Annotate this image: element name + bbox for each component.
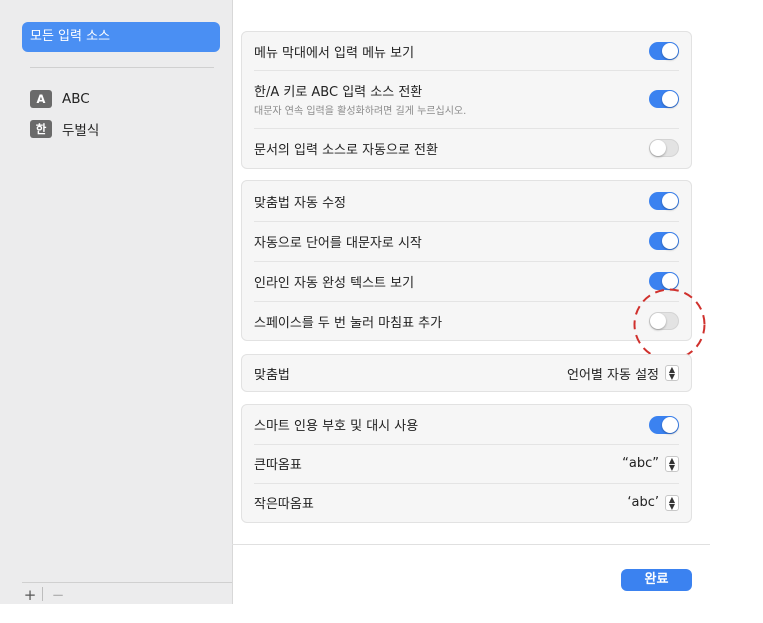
- done-button[interactable]: 완료: [621, 569, 692, 591]
- sidebar-divider: [30, 67, 214, 68]
- double-space-period-row: 스페이스를 두 번 눌러 마침표 추가: [254, 301, 679, 341]
- spelling-group: 맞춤법 언어별 자동 설정 ▲ ▼: [241, 354, 692, 392]
- popup-value: “abc”: [622, 456, 659, 471]
- inline-predictive-row: 인라인 자동 완성 텍스트 보기: [254, 261, 679, 302]
- highlight-annotation-circle: [633, 288, 706, 361]
- row-label: 자동으로 단어를 대문자로 시작: [254, 235, 422, 251]
- toggle-knob: [662, 91, 678, 107]
- plus-icon: +: [23, 586, 37, 604]
- han-a-key-row: 한/A 키로 ABC 입력 소스 전환 대문자 연속 입력을 활성화하려면 길게…: [254, 70, 679, 129]
- show-input-menu-row: 메뉴 막대에서 입력 메뉴 보기: [254, 32, 679, 71]
- typing-settings-group: 맞춤법 자동 수정 자동으로 단어를 대문자로 시작 인라인 자동 완성 텍스트…: [241, 180, 692, 341]
- auto-correct-row: 맞춤법 자동 수정: [254, 181, 679, 222]
- row-label: 작은따옴표: [254, 497, 314, 512]
- toggle-knob: [650, 140, 666, 156]
- popup-value: 언어별 자동 설정: [567, 367, 659, 383]
- sidebar-item-label: 모든 입력 소스: [30, 29, 111, 44]
- auto-capitalize-row: 자동으로 단어를 대문자로 시작: [254, 221, 679, 262]
- single-quotes-popup[interactable]: ‘abc’ ▲ ▼: [627, 494, 679, 511]
- row-label: 한/A 키로 ABC 입력 소스 전환: [254, 85, 423, 100]
- sidebar-item-all-input-sources[interactable]: 모든 입력 소스: [22, 22, 220, 52]
- show-input-menu-toggle[interactable]: [649, 42, 679, 60]
- popup-value: ‘abc’: [627, 495, 659, 510]
- hangul-source-icon: 한: [30, 120, 52, 138]
- footer-separator: [42, 587, 43, 601]
- single-quotes-row: 작은따옴표 ‘abc’ ▲ ▼: [254, 483, 679, 522]
- chevron-up-down-icon: ▲ ▼: [665, 455, 679, 472]
- row-label: 메뉴 막대에서 입력 메뉴 보기: [254, 45, 415, 61]
- toggle-knob: [662, 43, 678, 59]
- row-label: 인라인 자동 완성 텍스트 보기: [254, 275, 415, 291]
- row-label: 문서의 입력 소스로 자동으로 전환: [254, 142, 438, 158]
- row-label: 스마트 인용 부호 및 대시 사용: [254, 419, 419, 434]
- row-label: 큰따옴표: [254, 458, 302, 473]
- han-a-key-toggle[interactable]: [649, 90, 679, 108]
- double-quotes-row: 큰따옴표 “abc” ▲ ▼: [254, 444, 679, 484]
- row-label: 스페이스를 두 번 눌러 마침표 추가: [254, 315, 443, 331]
- spelling-row: 맞춤법 언어별 자동 설정 ▲ ▼: [254, 355, 679, 391]
- auto-capitalize-toggle[interactable]: [649, 232, 679, 250]
- sidebar-item-label: ABC: [62, 91, 90, 107]
- sidebar-footer: + −: [22, 582, 232, 604]
- toggle-knob: [662, 233, 678, 249]
- sidebar-item-2set-korean[interactable]: 한 두벌식: [30, 118, 99, 140]
- minus-icon: −: [51, 586, 65, 604]
- row-label: 맞춤법: [254, 367, 290, 383]
- toggle-knob: [662, 416, 678, 433]
- auto-switch-row: 문서의 입력 소스로 자동으로 전환: [254, 128, 679, 168]
- input-menu-settings-group: 메뉴 막대에서 입력 메뉴 보기 한/A 키로 ABC 입력 소스 전환 대문자…: [241, 31, 692, 169]
- spelling-language-popup[interactable]: 언어별 자동 설정 ▲ ▼: [567, 364, 679, 383]
- double-quotes-popup[interactable]: “abc” ▲ ▼: [622, 455, 679, 472]
- remove-source-button[interactable]: −: [50, 586, 66, 604]
- sidebar-item-abc[interactable]: A ABC: [30, 88, 90, 110]
- smart-quotes-row: 스마트 인용 부호 및 대시 사용: [254, 405, 679, 445]
- chevron-up-down-icon: ▲ ▼: [665, 365, 679, 381]
- han-a-key-text: 한/A 키로 ABC 입력 소스 전환 대문자 연속 입력을 활성화하려면 길게…: [254, 81, 466, 117]
- smart-quotes-group: 스마트 인용 부호 및 대시 사용 큰따옴표 “abc” ▲ ▼ 작은따옴표 ‘a…: [241, 404, 692, 523]
- sidebar-item-label: 두벌식: [62, 123, 100, 139]
- footer-divider: [232, 544, 710, 545]
- sidebar: 모든 입력 소스 A ABC 한 두벌식 + −: [0, 0, 233, 604]
- row-sublabel: 대문자 연속 입력을 활성화하려면 길게 누르십시오.: [254, 106, 467, 117]
- auto-correct-toggle[interactable]: [649, 192, 679, 210]
- add-source-button[interactable]: +: [22, 586, 38, 604]
- toggle-knob: [662, 193, 678, 209]
- auto-switch-toggle[interactable]: [649, 139, 679, 157]
- abc-source-icon: A: [30, 90, 52, 108]
- chevron-up-down-icon: ▲ ▼: [665, 494, 679, 511]
- row-label: 맞춤법 자동 수정: [254, 195, 346, 211]
- smart-quotes-toggle[interactable]: [649, 415, 679, 434]
